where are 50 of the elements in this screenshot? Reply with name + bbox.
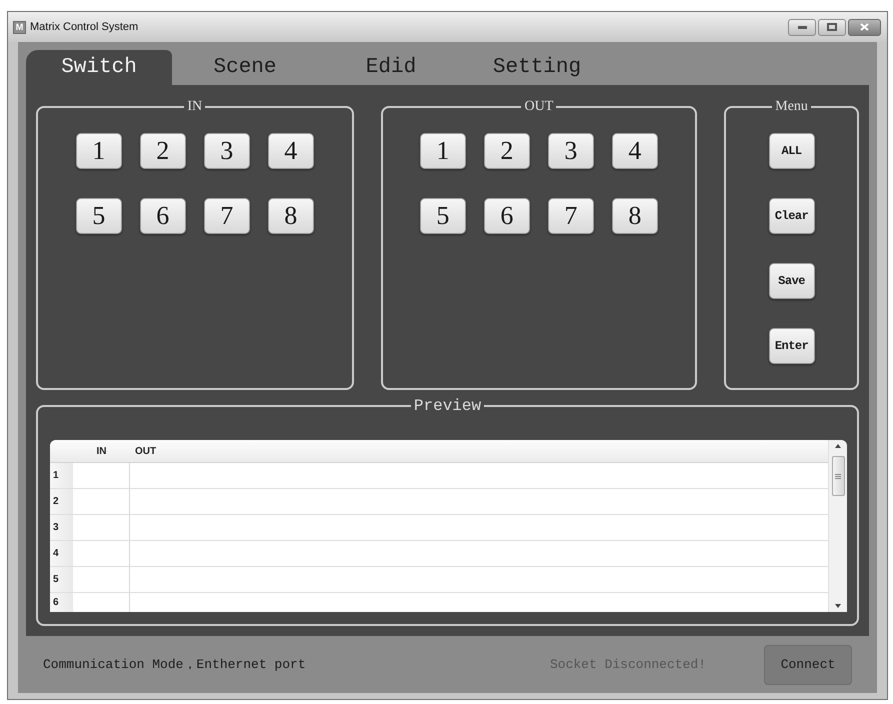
tab[interactable]: Setting (464, 50, 610, 85)
row-header: 5 (50, 567, 73, 592)
app-logo: M (13, 20, 26, 34)
menu-button[interactable]: ALL (768, 133, 815, 169)
number-button[interactable]: 1 (76, 133, 122, 169)
group-title: Menu (774, 99, 809, 115)
menu-button[interactable]: Save (768, 263, 815, 299)
maximize-button[interactable] (818, 18, 846, 36)
close-icon (860, 23, 869, 31)
group-title: OUT (523, 99, 554, 115)
row-header: 1 (50, 463, 73, 488)
number-button[interactable]: 4 (268, 133, 314, 169)
minimize-icon (798, 26, 806, 28)
group-title: Preview (412, 398, 482, 414)
minimize-button[interactable] (788, 18, 816, 36)
number-button[interactable]: 6 (140, 198, 186, 234)
number-button[interactable]: 7 (204, 198, 250, 234)
window-title: Matrix Control System (30, 20, 138, 35)
row-header: 3 (50, 515, 73, 540)
number-button[interactable]: 1 (420, 133, 466, 169)
number-button[interactable]: 5 (76, 198, 122, 234)
number-button[interactable]: 4 (612, 133, 658, 169)
menu-button[interactable]: Clear (768, 198, 815, 234)
number-button[interactable]: 6 (484, 198, 530, 234)
scroll-down-icon[interactable] (835, 604, 841, 608)
scroll-up-icon[interactable] (835, 444, 841, 448)
row-header: 6 (50, 593, 73, 612)
scrollbar[interactable] (828, 440, 847, 612)
number-button[interactable]: 2 (140, 133, 186, 169)
number-button[interactable]: 7 (548, 198, 594, 234)
number-button[interactable]: 5 (420, 198, 466, 234)
column-header: IN (96, 444, 108, 458)
menu-button[interactable]: Enter (768, 328, 815, 364)
scroll-thumb[interactable] (832, 456, 844, 496)
group-title: IN (186, 99, 204, 115)
tab[interactable]: Switch (26, 50, 172, 85)
row-header: 4 (50, 541, 73, 566)
number-button[interactable]: 8 (612, 198, 658, 234)
tab[interactable]: Scene (172, 50, 318, 85)
number-button[interactable]: 3 (548, 133, 594, 169)
number-button[interactable]: 3 (204, 133, 250, 169)
communication-mode-text: Communication Mode，Enthernet port (43, 656, 306, 674)
number-button[interactable]: 2 (484, 133, 530, 169)
close-button[interactable] (848, 18, 881, 36)
tab[interactable]: Edid (318, 50, 464, 85)
number-button[interactable]: 8 (268, 198, 314, 234)
maximize-icon (827, 23, 837, 31)
row-header: 2 (50, 489, 73, 514)
connect-button[interactable]: Connect (764, 644, 852, 684)
column-header: OUT (134, 444, 156, 458)
